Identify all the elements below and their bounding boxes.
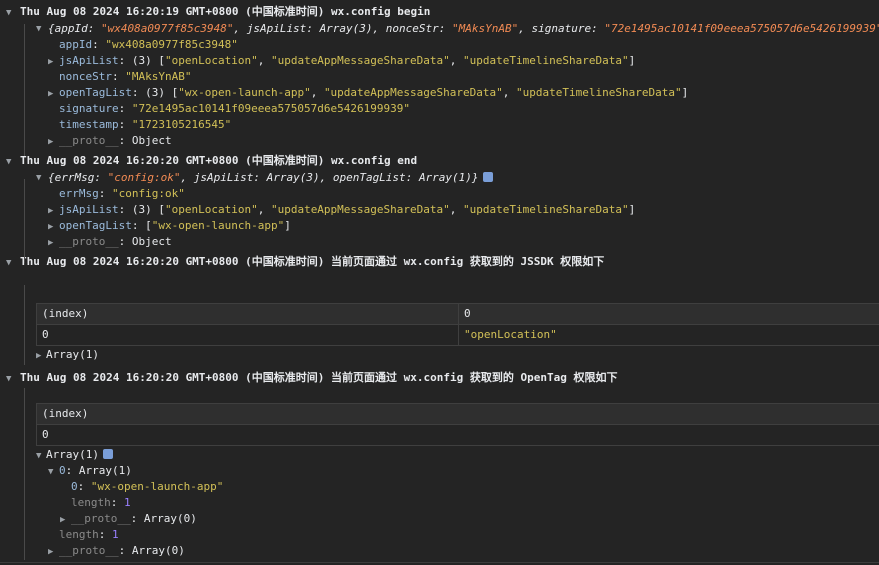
prop-noncestr: nonceStr: "MAksYnAB" [59,70,192,83]
table-cell: "openLocation" [464,328,557,341]
expand-arrow-icon[interactable]: ▼ [36,21,50,37]
prop-signature: signature: "72e1495ac10141f09eeea575057d… [59,102,411,115]
expand-arrow-icon[interactable]: ▶ [48,544,59,559]
group-header[interactable]: ▼ Thu Aug 08 2024 16:20:20 GMT+0800 (中国标准… [0,250,879,274]
table-header-cell[interactable]: (index) [37,404,879,424]
expand-arrow-icon[interactable]: ▼ [36,170,50,186]
prop-appid: appId: "wx408a0977f85c3948" [59,38,238,51]
array-length: length: 1 [59,528,119,541]
prop-proto[interactable]: ▶ __proto__: Object [0,234,879,250]
group-indent-rule [24,285,25,365]
table-cell: 0 [42,428,49,441]
prop-proto[interactable]: ▶ __proto__: Object [0,133,879,149]
prop-jsapilist[interactable]: ▶ jsApiList: (3) ["openLocation", "update… [0,202,879,218]
console-group-jssdk: ▼ Thu Aug 08 2024 16:20:20 GMT+0800 (中国标准… [0,250,879,365]
inner-item-0: 0: "wx-open-launch-app" [71,480,224,493]
table-header-cell[interactable]: 0 [459,304,879,324]
prop-opentaglist[interactable]: ▶ openTagList: (3) ["wx-open-launch-app",… [0,85,879,101]
expand-arrow-icon[interactable]: ▶ [48,203,59,218]
table-header-row: (index) 0 [37,304,879,325]
inner-length: length: 1 [71,496,131,509]
table-row: 0 [37,425,879,445]
info-icon[interactable] [102,449,113,459]
group-header[interactable]: ▼ Thu Aug 08 2024 16:20:20 GMT+0800 (中国标准… [0,149,879,170]
array-proto[interactable]: ▶ __proto__: Array(0) [0,543,879,559]
group-header[interactable]: ▼ Thu Aug 08 2024 16:20:19 GMT+0800 (中国标准… [0,0,879,21]
prop-errmsg: errMsg: "config:ok" [59,187,185,200]
table-header-row: (index) [37,404,879,425]
expand-arrow-icon[interactable]: ▶ [60,512,71,527]
expand-arrow-icon[interactable]: ▼ [36,448,46,463]
expand-arrow-icon[interactable]: ▼ [48,464,59,479]
expand-arrow-icon[interactable]: ▶ [36,348,46,363]
prop-timestamp: timestamp: "1723105216545" [59,118,232,131]
expand-arrow-icon[interactable]: ▼ [6,153,20,170]
expand-arrow-icon[interactable]: ▶ [48,134,59,149]
table-header-cell[interactable]: (index) [37,304,459,324]
array-summary[interactable]: ▼ Array(1) [0,447,879,463]
array-summary[interactable]: ▶ Array(1) [36,347,99,363]
expand-arrow-icon[interactable]: ▼ [6,4,20,21]
prop-jsapilist[interactable]: ▶ jsApiList: (3) ["openLocation", "update… [0,53,879,69]
console-group-config-end: ▼ Thu Aug 08 2024 16:20:20 GMT+0800 (中国标准… [0,149,879,263]
table-cell: 0 [37,325,459,345]
group-header[interactable]: ▼ Thu Aug 08 2024 16:20:20 GMT+0800 (中国标准… [0,366,879,389]
expand-arrow-icon[interactable]: ▶ [48,235,59,250]
console-table: (index) 0 [36,403,879,446]
object-summary[interactable]: ▼ {errMsg: "config:ok", jsApiList: Array… [0,170,879,186]
table-row: 0 "openLocation" [37,325,879,345]
inner-proto[interactable]: ▶ __proto__: Array(0) [0,511,879,527]
info-icon[interactable] [482,172,493,182]
console-group-opentag: ▼ Thu Aug 08 2024 16:20:20 GMT+0800 (中国标准… [0,366,879,563]
expand-arrow-icon[interactable]: ▼ [6,370,20,388]
expand-arrow-icon[interactable]: ▶ [48,86,59,101]
console-group-config-begin: ▼ Thu Aug 08 2024 16:20:19 GMT+0800 (中国标准… [0,0,879,156]
expand-arrow-icon[interactable]: ▼ [6,254,20,272]
console-table: (index) 0 0 "openLocation" [36,303,879,346]
expand-arrow-icon[interactable]: ▶ [48,54,59,69]
object-summary[interactable]: ▼ {appId: "wx408a0977f85c3948", jsApiLis… [0,21,879,37]
prop-opentaglist[interactable]: ▶ openTagList: ["wx-open-launch-app"] [0,218,879,234]
array-item-0[interactable]: ▼ 0: Array(1) [0,463,879,479]
divider [0,562,879,563]
expand-arrow-icon[interactable]: ▶ [48,219,59,234]
